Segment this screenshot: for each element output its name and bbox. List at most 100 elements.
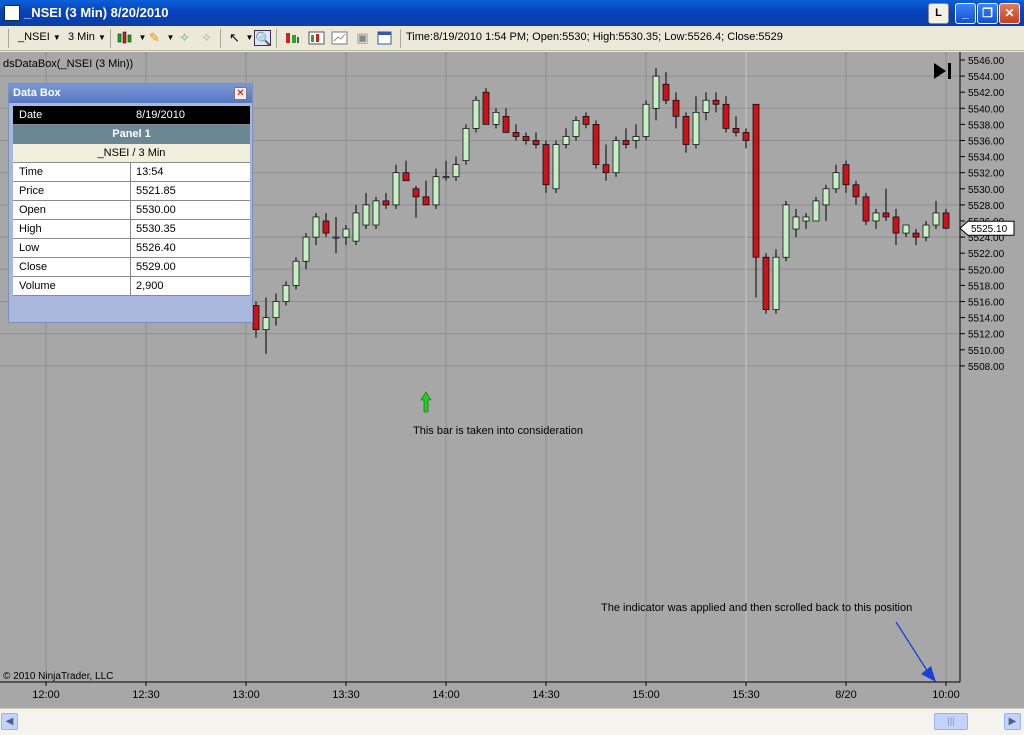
row-label: Open [13,201,131,220]
candle-body [382,200,390,206]
remove-pin-icon[interactable]: ✧ [198,30,215,46]
row-value: 5521.85 [136,185,176,197]
candle-body [572,120,580,137]
candle-body [602,164,610,174]
candle-body [702,99,710,113]
date-value: 8/19/2010 [136,109,185,121]
window-title: _NSEI (3 Min) 8/20/2010 [24,5,169,20]
candle-body [402,172,410,182]
candle-body [482,91,490,125]
candle-body [622,140,630,145]
y-axis-tick-label: 5510.00 [968,346,1005,357]
candle-body [342,228,350,238]
candle-body [322,220,330,234]
y-axis-tick-label: 5522.00 [968,249,1005,260]
interval-label: 3 Min [68,31,95,43]
row-label: Low [13,239,131,258]
bar-info-readout: Time:8/19/2010 1:54 PM; Open:5530; High:… [406,31,783,43]
candle-body [872,212,880,222]
pin-icon[interactable]: ✧ [176,30,193,46]
x-axis-tick-label: 15:00 [632,689,660,701]
y-axis-tick-label: 5540.00 [968,104,1005,115]
candle-body [422,196,430,206]
y-axis-tick-label: 5538.00 [968,120,1005,131]
restore-button[interactable]: ❐ [977,3,998,24]
candle-body [652,75,660,109]
candle-body [452,164,460,178]
candle-body [772,256,780,310]
close-button[interactable]: ✕ [999,3,1020,24]
annotation-bar-note: This bar is taken into consideration [413,425,583,437]
chevron-down-icon: ▼ [52,33,61,42]
row-label: Price [13,182,131,201]
data-row: High 5530.35 [13,220,250,239]
current-price-label: 5525.10 [971,224,1008,235]
row-label: High [13,220,131,239]
data-box-title-bar[interactable]: Data Box [9,84,252,103]
row-value: 5529.00 [136,261,176,273]
data-box-window[interactable]: Data Box ✕ Date 8/19/2010 Panel 1 _NSEI … [8,83,253,323]
indicators-icon[interactable] [308,30,325,46]
series-header: _NSEI / 3 Min [13,144,250,163]
data-row: Open 5530.00 [13,201,250,220]
candle-body [762,256,770,310]
x-axis-tick-label: 10:00 [932,689,960,701]
data-series-icon[interactable] [284,30,301,46]
horizontal-scrollbar[interactable]: ◀ ||| ▶ [0,708,1024,735]
chevron-down-icon: ▼ [97,33,106,42]
x-axis-tick-label: 13:00 [232,689,260,701]
x-axis-tick-label: 13:30 [332,689,360,701]
candle-body [272,301,280,318]
candle-body [632,136,640,141]
data-box-title: Data Box [13,87,61,99]
candle-body [512,132,520,137]
x-axis-tick-label: 12:30 [132,689,160,701]
instrument-selector[interactable]: _NSEI ▼ [18,31,61,43]
candle-body [362,204,370,226]
x-axis-tick-label: 14:00 [432,689,460,701]
candle-body [492,111,500,125]
candle-body [412,188,420,198]
x-axis-tick-label: 8/20 [835,689,856,701]
candle-body [472,99,480,129]
x-axis-tick-label: 15:30 [732,689,760,701]
interval-selector[interactable]: 3 Min ▼ [68,31,106,43]
scroll-thumb[interactable]: ||| [934,713,968,730]
pencil-icon[interactable]: ✎ [146,30,163,46]
title-bar[interactable]: _NSEI (3 Min) 8/20/2010 L _ ❐ ✕ [0,0,1024,26]
toolbar-separator [110,29,111,48]
link-button[interactable]: L [928,3,949,24]
candle-body [692,111,700,145]
candle-body [922,224,930,238]
strategies-icon[interactable] [331,30,348,46]
properties-icon[interactable]: ▣ [354,30,371,46]
templates-icon[interactable] [376,30,393,46]
candle-body [442,176,450,179]
scroll-left-button[interactable]: ◀ [1,713,18,730]
data-box-close-button[interactable]: ✕ [234,87,247,100]
candle-body [732,128,740,133]
candle-body [522,136,530,141]
candle-body [312,216,320,238]
indicator-label: dsDataBox(_NSEI (3 Min)) [3,58,134,70]
data-row: Volume 2,900 [13,277,250,296]
toolbar-separator [400,29,401,48]
zoom-icon[interactable]: 🔍 [254,30,271,46]
scroll-right-button[interactable]: ▶ [1004,713,1021,730]
go-to-end-icon[interactable] [932,61,954,81]
candle-body [812,200,820,222]
date-label: Date [19,109,43,121]
date-row: Date 8/19/2010 [13,106,250,125]
candle-body [932,212,940,226]
candle-body [542,144,550,186]
row-label: Volume [13,277,131,296]
data-row: Low 5526.40 [13,239,250,258]
y-axis-tick-label: 5544.00 [968,72,1005,83]
candle-body [792,216,800,230]
minimize-button[interactable]: _ [955,3,976,24]
candle-body [892,216,900,234]
candle-body [912,232,920,238]
bar-style-icon[interactable] [116,30,133,46]
candle-body [552,144,560,190]
x-axis-tick-label: 12:00 [32,689,60,701]
